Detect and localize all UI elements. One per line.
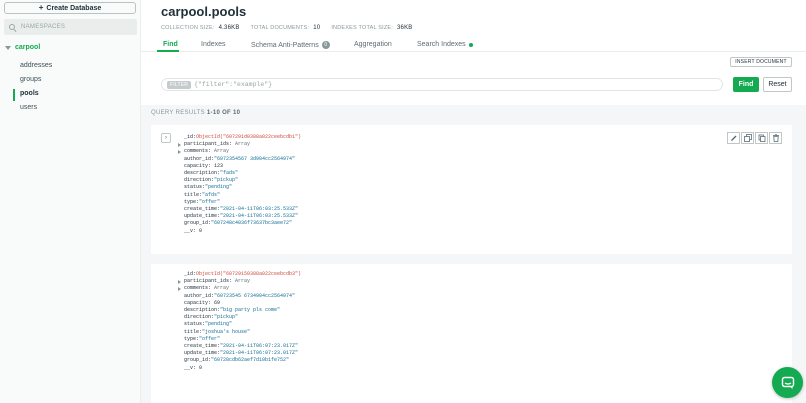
query-results-range: 1-10 OF 10 [206, 110, 241, 116]
caret-right-icon [178, 150, 181, 155]
sidebar: + Create Database NAMESPACES carpool add… [0, 0, 141, 403]
query-results-label: QUERY RESULTS [151, 110, 205, 116]
tab-label: Search Indexes [417, 41, 466, 48]
expandable-field[interactable]: comments: Array [178, 285, 301, 292]
find-button[interactable]: Find [733, 77, 759, 92]
delete-document-button[interactable] [769, 132, 782, 144]
copy-document-button[interactable] [741, 132, 754, 144]
tab-find[interactable]: Find [163, 41, 178, 48]
expand-document-button[interactable]: › [161, 133, 171, 143]
trash-icon [772, 134, 779, 142]
pencil-icon [730, 135, 736, 141]
expandable-field[interactable]: participant_ids: Array [178, 278, 301, 285]
tab-bar: Find Indexes Schema Anti-Patterns 0 Aggr… [141, 38, 806, 52]
document-actions [727, 132, 782, 144]
tab-label: Indexes [201, 41, 226, 48]
tab-label: Aggregation [354, 41, 392, 48]
create-database-label: Create Database [46, 4, 102, 12]
tab-indexes[interactable]: Indexes [201, 41, 226, 48]
filter-input[interactable]: FILTER {"filter":"example"} [161, 78, 723, 91]
expandable-field[interactable]: comments: Array [178, 148, 301, 155]
total-documents-value: 10 [313, 25, 321, 31]
sidebar-item-users[interactable]: users [20, 104, 37, 111]
tab-search-indexes[interactable]: Search Indexes [417, 41, 473, 48]
tab-label: Schema Anti-Patterns [251, 41, 319, 49]
copy-icon [743, 134, 752, 142]
namespace-search-placeholder: NAMESPACES [21, 24, 66, 30]
chat-icon [781, 376, 794, 389]
document-card[interactable]: _id:ObjectId("60729150388a022ceebcdb3") … [151, 264, 792, 403]
sidebar-item-addresses[interactable]: addresses [20, 62, 52, 69]
query-results-summary: QUERY RESULTS 1-10 OF 10 [151, 110, 240, 116]
plus-icon: + [38, 3, 44, 12]
document-fields: _id:ObjectId("60729150388a022ceebcdb3") … [178, 271, 301, 372]
active-indicator [13, 89, 15, 101]
active-tab-underline [157, 50, 179, 52]
page-title: carpool.pools [161, 4, 247, 19]
document-fields: _id:ObjectId("607291d0388a022ceebcdb1") … [178, 134, 301, 235]
chat-support-button[interactable] [772, 367, 803, 398]
tab-label: Find [163, 41, 178, 48]
indexes-size-label: INDEXES TOTAL SIZE: [331, 25, 393, 31]
database-name: carpool [15, 44, 41, 51]
caret-right-icon [178, 287, 181, 292]
sidebar-item-groups[interactable]: groups [20, 76, 41, 83]
indexes-size-value: 36KB [397, 25, 413, 31]
namespace-search-input[interactable]: NAMESPACES [4, 19, 137, 35]
insert-document-button[interactable]: INSERT DOCUMENT [730, 57, 792, 67]
tab-aggregation[interactable]: Aggregation [354, 41, 392, 48]
count-badge: 0 [321, 41, 330, 49]
document-card[interactable]: › _id:ObjectId("607291d0388a022ceebcdb1"… [151, 125, 792, 254]
create-database-button[interactable]: + Create Database [4, 2, 136, 14]
edit-document-button[interactable] [727, 132, 740, 144]
caret-right-icon [178, 280, 181, 285]
sidebar-item-pools[interactable]: pools [20, 90, 39, 97]
reset-button[interactable]: Reset [763, 77, 792, 92]
search-icon [9, 23, 16, 31]
collection-stats: COLLECTION SIZE: 4.36KB TOTAL DOCUMENTS:… [161, 25, 419, 31]
clone-document-button[interactable] [755, 132, 768, 144]
chevron-down-icon [5, 45, 11, 50]
collection-size-value: 4.36KB [218, 25, 240, 31]
caret-right-icon [178, 143, 181, 148]
filter-tag: FILTER [167, 80, 192, 89]
collection-size-label: COLLECTION SIZE: [161, 25, 215, 31]
total-documents-label: TOTAL DOCUMENTS: [250, 25, 310, 31]
clone-icon [758, 134, 765, 142]
tab-schema-anti-patterns[interactable]: Schema Anti-Patterns 0 [251, 41, 330, 49]
sidebar-database-carpool[interactable]: carpool [5, 44, 40, 51]
expandable-field[interactable]: participant_ids: Array [178, 141, 301, 148]
status-dot-icon [468, 42, 473, 47]
filter-value: {"filter":"example"} [194, 81, 273, 88]
